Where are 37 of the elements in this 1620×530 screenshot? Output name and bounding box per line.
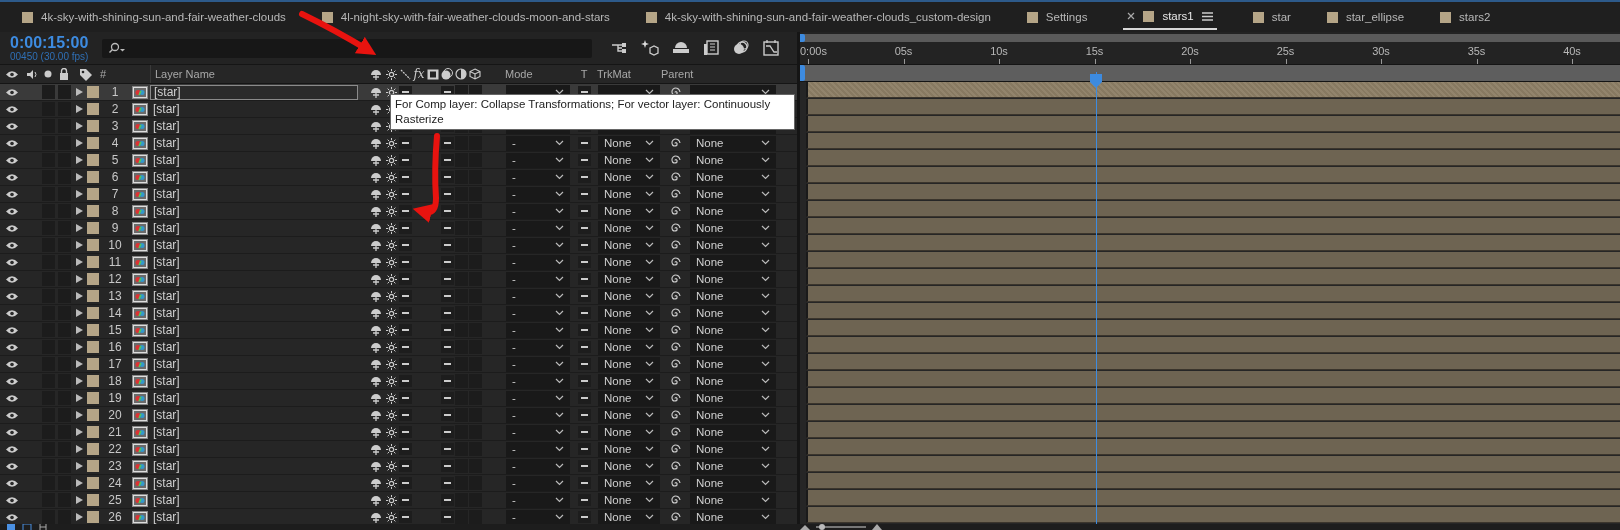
layer-number: 20 — [108, 408, 122, 422]
layer-number: 11 — [108, 255, 122, 269]
time-ruler-label: 20s — [1181, 45, 1199, 57]
layer-number: 18 — [108, 374, 122, 388]
layer-number: 14 — [108, 306, 122, 320]
time-ruler-label: 25s — [1276, 45, 1295, 57]
layer-number: 15 — [108, 323, 122, 337]
time-ruler-label: 05s — [894, 45, 913, 57]
layer-number: 6 — [111, 170, 119, 184]
time-ruler-label: 40s — [1563, 45, 1581, 57]
time-ruler-label: 0:00s — [800, 45, 827, 57]
layer-number: 8 — [111, 204, 119, 218]
time-ruler-label: 30s — [1372, 45, 1390, 57]
layer-number: 24 — [108, 476, 122, 490]
layer-number: 10 — [108, 238, 122, 252]
layer-number: 13 — [108, 289, 122, 303]
layer-number: 16 — [108, 340, 122, 354]
layer-number: 2 — [111, 102, 119, 116]
time-ruler-label: 10s — [990, 45, 1008, 57]
time-ruler-label: 15s — [1085, 45, 1104, 57]
layer-number: 25 — [108, 493, 122, 507]
layer-number: 5 — [111, 153, 119, 167]
time-ruler-label: 35s — [1467, 45, 1486, 57]
layer-number: 26 — [108, 510, 122, 524]
layer-number: 9 — [111, 221, 119, 235]
frame-info: 00450 (30.00 fps) — [10, 51, 90, 62]
layer-number: 17 — [108, 357, 122, 371]
layer-number: 1 — [111, 85, 119, 99]
tooltip: For Comp layer: Collapse Transformations; For vector layer: Continuously Rasterize — [390, 94, 795, 130]
layer-number: 4 — [111, 136, 119, 150]
layer-number: 21 — [108, 425, 122, 439]
layer-number: 19 — [108, 391, 122, 405]
layer-number: 23 — [108, 459, 122, 473]
layer-number: 22 — [108, 442, 122, 456]
layer-number: 12 — [108, 272, 122, 286]
layer-number: 3 — [111, 119, 119, 133]
layer-number: 7 — [111, 187, 119, 201]
